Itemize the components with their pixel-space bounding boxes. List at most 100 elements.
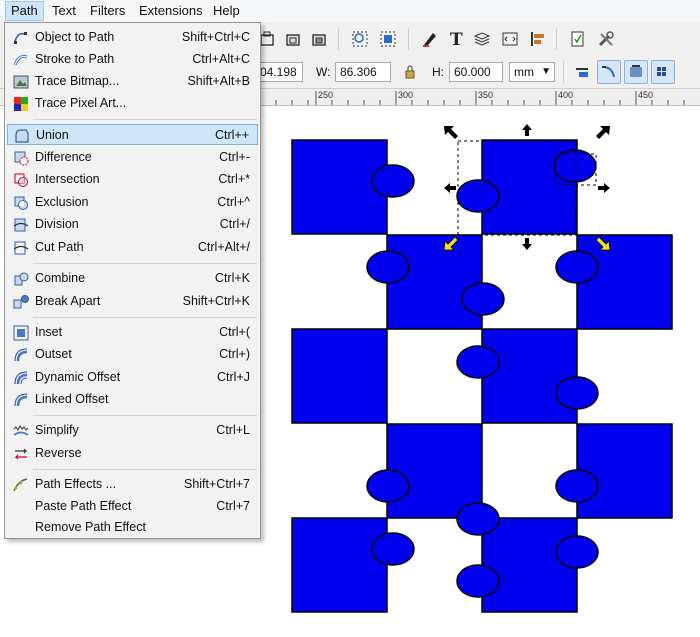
menu-help[interactable]: Help bbox=[208, 2, 245, 20]
menu-item-label: Paste Path Effect bbox=[35, 499, 132, 513]
fill-stroke-icon[interactable] bbox=[418, 27, 442, 51]
zoom-drawing-icon[interactable] bbox=[376, 27, 400, 51]
menu-item-label: Outset bbox=[35, 347, 72, 361]
menu-item-stroke-to-path[interactable]: Stroke to Path Ctrl+Alt+C bbox=[7, 49, 258, 70]
menu-item-simplify[interactable]: Simplify Ctrl+L bbox=[7, 420, 258, 441]
puzzle-knob[interactable] bbox=[456, 179, 500, 213]
width-field[interactable]: 86.306 bbox=[335, 62, 391, 82]
menu-item-shortcut: Shift+Ctrl+K bbox=[182, 294, 250, 308]
menu-item-shortcut: Shift+Ctrl+C bbox=[181, 30, 250, 44]
unit-select[interactable]: mm ▼ bbox=[509, 62, 555, 82]
puzzle-piece[interactable] bbox=[481, 517, 578, 613]
puzzle-knob[interactable] bbox=[555, 535, 599, 569]
menu-item-label: Cut Path bbox=[35, 240, 84, 254]
puzzle-piece[interactable] bbox=[576, 423, 673, 519]
menu-item-object-to-path[interactable]: Object to Path Shift+Ctrl+C bbox=[7, 27, 258, 48]
menu-separator bbox=[33, 263, 257, 264]
xml-editor-icon[interactable] bbox=[498, 27, 522, 51]
puzzle-knob[interactable] bbox=[456, 564, 500, 598]
puzzle-piece[interactable] bbox=[386, 423, 483, 519]
stroke-to-path-icon bbox=[13, 54, 28, 66]
zoom-selection-icon[interactable] bbox=[348, 27, 372, 51]
enter-group-icon[interactable] bbox=[307, 27, 331, 51]
resize-handle-w[interactable] bbox=[444, 183, 456, 193]
menu-item-label: Simplify bbox=[35, 423, 79, 437]
trace-pixel-art-icon bbox=[14, 97, 28, 111]
menu-item-dynamic-offset[interactable]: Dynamic Offset Ctrl+J bbox=[7, 367, 258, 388]
menu-item-label: Combine bbox=[35, 271, 86, 285]
menu-item-shortcut: Ctrl+Alt+/ bbox=[197, 240, 250, 254]
menu-item-remove-path-effect[interactable]: Remove Path Effect bbox=[7, 517, 258, 538]
document-properties-icon[interactable] bbox=[566, 27, 590, 51]
menu-path[interactable]: Path bbox=[5, 1, 44, 21]
puzzle-piece[interactable] bbox=[291, 328, 388, 424]
menu-item-outset[interactable]: Outset Ctrl+) bbox=[7, 344, 258, 365]
menu-item-shortcut: Ctrl+- bbox=[219, 150, 250, 164]
menu-item-combine[interactable]: Combine Ctrl+K bbox=[7, 268, 258, 289]
menu-item-trace-bitmap[interactable]: Trace Bitmap... Shift+Alt+B bbox=[7, 71, 258, 92]
puzzle-knob[interactable] bbox=[456, 502, 500, 536]
menu-filters[interactable]: Filters bbox=[85, 2, 130, 20]
puzzle-knob[interactable] bbox=[371, 164, 415, 198]
menu-item-reverse[interactable]: Reverse bbox=[7, 443, 258, 464]
puzzle-knob[interactable] bbox=[555, 376, 599, 410]
menu-item-division[interactable]: Division Ctrl+/ bbox=[7, 214, 258, 235]
preferences-icon[interactable] bbox=[594, 27, 618, 51]
menu-item-inset[interactable]: Inset Ctrl+( bbox=[7, 322, 258, 343]
trace-bitmap-icon bbox=[13, 75, 29, 89]
puzzle-piece[interactable] bbox=[386, 234, 483, 330]
puzzle-piece[interactable] bbox=[481, 328, 578, 424]
menu-item-label: Difference bbox=[35, 150, 92, 164]
toolbar-separator bbox=[556, 28, 557, 50]
puzzle-knob[interactable] bbox=[555, 469, 599, 503]
resize-handle-e[interactable] bbox=[598, 183, 610, 193]
menu-item-label: Union bbox=[36, 128, 69, 142]
menu-item-paste-path-effect[interactable]: Paste Path Effect Ctrl+7 bbox=[7, 496, 258, 517]
menu-item-cut-path[interactable]: Cut Path Ctrl+Alt+/ bbox=[7, 237, 258, 258]
menu-item-linked-offset[interactable]: Linked Offset bbox=[7, 389, 258, 410]
resize-handle-n[interactable] bbox=[522, 124, 532, 136]
text-font-icon[interactable]: T bbox=[444, 27, 468, 51]
menu-separator bbox=[33, 469, 257, 470]
menu-item-path-effects[interactable]: Path Effects ... Shift+Ctrl+7 bbox=[7, 474, 258, 495]
resize-handle-s[interactable] bbox=[522, 238, 532, 250]
menu-text[interactable]: Text bbox=[47, 2, 81, 20]
puzzle-piece[interactable] bbox=[291, 517, 388, 613]
move-patterns-icon[interactable] bbox=[651, 60, 675, 84]
resize-handle-ne[interactable] bbox=[596, 126, 610, 139]
resize-handle-nw[interactable] bbox=[444, 126, 458, 139]
menu-extensions[interactable]: Extensions bbox=[134, 2, 208, 20]
combine-icon bbox=[14, 272, 29, 286]
union-icon bbox=[15, 129, 29, 143]
menu-item-exclusion[interactable]: Exclusion Ctrl+^ bbox=[7, 192, 258, 213]
ungroup-icon[interactable] bbox=[281, 27, 305, 51]
division-icon bbox=[13, 218, 29, 232]
menu-item-label: Object to Path bbox=[35, 30, 115, 44]
move-gradients-icon[interactable] bbox=[624, 60, 648, 84]
puzzle-knob[interactable] bbox=[366, 469, 410, 503]
path-effects-icon bbox=[13, 478, 28, 492]
height-field[interactable]: 60.000 bbox=[449, 62, 503, 82]
puzzle-knob[interactable] bbox=[553, 149, 597, 183]
menu-item-shortcut: Shift+Alt+B bbox=[187, 74, 250, 88]
scale-stroke-icon[interactable] bbox=[570, 60, 594, 84]
menu-item-trace-pixel-art[interactable]: Trace Pixel Art... bbox=[7, 93, 258, 114]
puzzle-knob[interactable] bbox=[371, 532, 415, 566]
menu-item-label: Inset bbox=[35, 325, 63, 339]
lock-icon[interactable] bbox=[398, 60, 422, 84]
align-distribute-icon[interactable] bbox=[526, 27, 550, 51]
puzzle-piece[interactable] bbox=[576, 234, 673, 330]
ruler-label: 250 bbox=[318, 90, 334, 100]
menu-item-intersection[interactable]: Intersection Ctrl+* bbox=[7, 169, 258, 190]
menu-item-difference[interactable]: Difference Ctrl+- bbox=[7, 147, 258, 168]
menu-item-break-apart[interactable]: Break Apart Shift+Ctrl+K bbox=[7, 291, 258, 312]
puzzle-knob[interactable] bbox=[461, 282, 505, 316]
puzzle-knob[interactable] bbox=[366, 250, 410, 284]
menu-item-union[interactable]: Union Ctrl++ bbox=[7, 124, 258, 145]
layers-icon[interactable] bbox=[470, 27, 494, 51]
puzzle-knob[interactable] bbox=[456, 345, 500, 379]
puzzle-knob[interactable] bbox=[555, 250, 599, 284]
scale-corners-icon[interactable] bbox=[597, 60, 621, 84]
menu-item-shortcut: Ctrl++ bbox=[214, 128, 249, 142]
x-field[interactable]: 04.198 bbox=[255, 62, 303, 82]
